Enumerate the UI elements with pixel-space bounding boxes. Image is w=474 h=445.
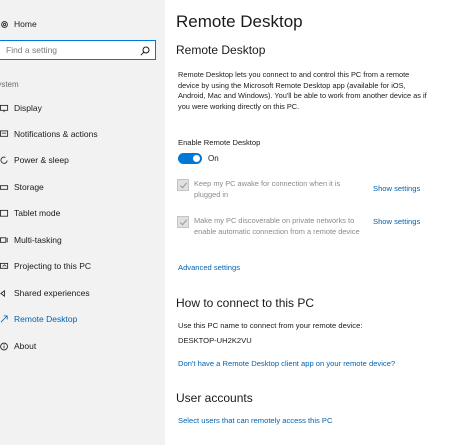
main-content: Remote Desktop Remote Desktop Remote Des… — [165, 0, 474, 445]
section-title-user-accounts: User accounts — [176, 391, 253, 405]
sidebar-item-label: Shared experiences — [14, 288, 90, 298]
sidebar-item-projecting[interactable]: Projecting to this PC — [0, 254, 165, 278]
sidebar-item-label: Projecting to this PC — [14, 261, 92, 271]
sidebar-item-notifications[interactable]: Notifications & actions — [0, 122, 165, 146]
checkmark-icon — [179, 218, 187, 226]
description-text: Remote Desktop lets you connect to and c… — [178, 70, 427, 111]
sidebar-item-label: About — [14, 341, 37, 351]
sidebar-item-tablet-mode[interactable]: Tablet mode — [0, 201, 165, 225]
sidebar-item-label: Remote Desktop — [14, 314, 78, 324]
pc-name-text: DESKTOP-UH2K2VU — [178, 336, 252, 345]
sidebar-item-label: Multi-tasking — [14, 235, 62, 245]
sidebar-item-about[interactable]: About — [0, 334, 165, 358]
sidebar-item-remote-desktop[interactable]: Remote Desktop — [0, 307, 165, 331]
search-box — [0, 40, 156, 60]
discoverable-checkbox[interactable] — [177, 216, 189, 228]
toggle-state-label: On — [208, 154, 219, 163]
info-icon — [0, 342, 14, 351]
enable-remote-desktop-toggle[interactable] — [178, 153, 202, 164]
section-title-remote-desktop: Remote Desktop — [176, 43, 266, 57]
keep-awake-label: Keep my PC awake for connection when it … — [194, 179, 341, 199]
tablet-icon — [0, 209, 14, 218]
sidebar-item-label: Notifications & actions — [14, 129, 98, 139]
sidebar-item-display[interactable]: Display — [0, 96, 165, 120]
sidebar: Home System Display Notifications & acti… — [0, 0, 165, 445]
enable-remote-desktop-label: Enable Remote Desktop — [178, 138, 261, 147]
sidebar-item-power-sleep[interactable]: Power & sleep — [0, 148, 165, 172]
show-settings-link-2[interactable]: Show settings — [373, 217, 420, 226]
notifications-icon — [0, 129, 14, 139]
sidebar-item-shared-experiences[interactable]: Shared experiences — [0, 281, 165, 305]
sidebar-item-multitasking[interactable]: Multi-tasking — [0, 228, 165, 252]
connect-instruction-text: Use this PC name to connect from your re… — [178, 321, 363, 330]
sidebar-item-label: Power & sleep — [14, 155, 69, 165]
sidebar-item-label: Tablet mode — [14, 208, 61, 218]
multitasking-icon — [0, 236, 14, 245]
discoverable-label: Make my PC discoverable on private netwo… — [194, 216, 360, 236]
search-input[interactable] — [0, 45, 129, 55]
search-icon[interactable] — [139, 44, 151, 56]
advanced-settings-link[interactable]: Advanced settings — [178, 263, 240, 272]
checkmark-icon — [179, 181, 187, 189]
power-icon — [0, 156, 14, 165]
toggle-knob — [193, 155, 200, 162]
page-title: Remote Desktop — [176, 12, 303, 31]
sidebar-section-label: System — [0, 80, 19, 89]
display-icon — [0, 104, 14, 113]
remote-desktop-icon — [0, 314, 14, 324]
select-users-link[interactable]: Select users that can remotely access th… — [178, 416, 332, 425]
keep-awake-checkbox[interactable] — [177, 179, 189, 191]
gear-icon — [0, 20, 14, 29]
storage-icon — [0, 183, 14, 192]
shared-experiences-icon — [0, 289, 14, 298]
sidebar-item-label: Display — [14, 103, 42, 113]
show-settings-link-1[interactable]: Show settings — [373, 184, 420, 193]
client-app-link[interactable]: Don't have a Remote Desktop client app o… — [178, 359, 395, 368]
projecting-icon — [0, 262, 14, 271]
section-title-how-to-connect: How to connect to this PC — [176, 296, 315, 310]
sidebar-item-label: Home — [14, 19, 37, 29]
sidebar-item-storage[interactable]: Storage — [0, 175, 165, 199]
sidebar-item-home[interactable]: Home — [0, 12, 165, 36]
sidebar-item-label: Storage — [14, 182, 44, 192]
